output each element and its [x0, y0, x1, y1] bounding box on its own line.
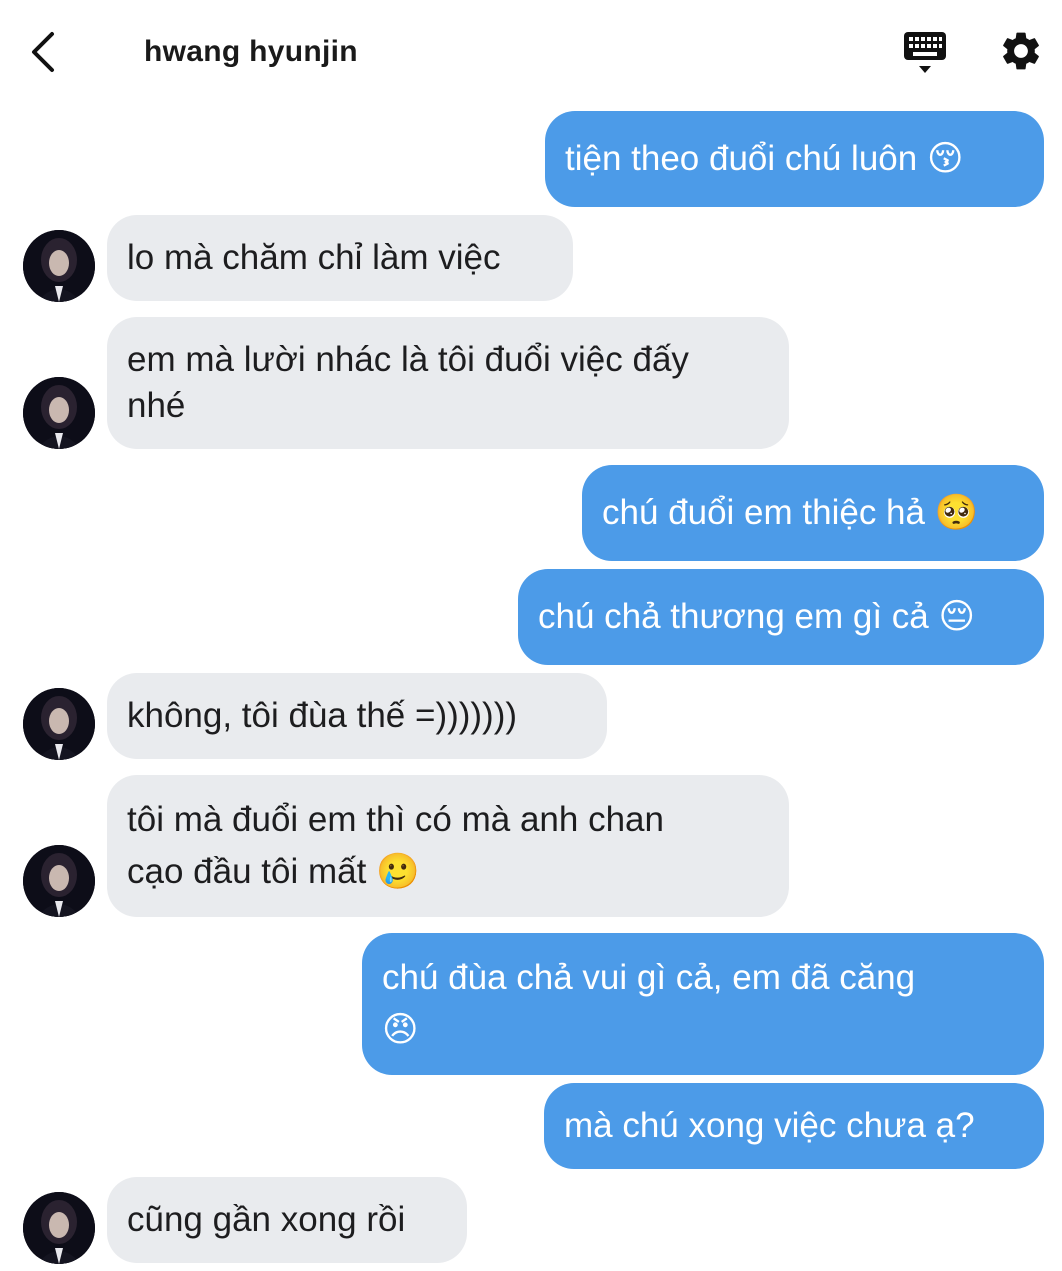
message-text: chú đuổi em thiệc hả 🥺	[602, 493, 979, 532]
back-button[interactable]	[24, 30, 64, 74]
message-text: không, tôi đùa thế =)))))))	[127, 696, 518, 735]
received-message[interactable]: lo mà chăm chỉ làm việc	[107, 215, 573, 301]
received-message[interactable]: cũng gần xong rồi	[107, 1177, 467, 1263]
message-text: chú chả thương em gì cả 😔	[538, 597, 975, 636]
message-text-line: tôi mà đuổi em thì có mà anh chan	[127, 800, 664, 839]
avatar-image	[23, 688, 95, 760]
chevron-left-icon	[32, 32, 54, 72]
message-text-line: nhé	[127, 386, 186, 425]
sent-message[interactable]: chú đùa chả vui gì cả, em đã căng 😠	[362, 933, 1044, 1075]
message-text-line: 😠	[382, 1010, 419, 1049]
chat-header: hwang hyunjin	[0, 0, 1062, 100]
gear-icon	[1003, 32, 1039, 70]
avatar[interactable]	[23, 1192, 95, 1264]
avatar-image	[23, 230, 95, 302]
message-text: lo mà chăm chỉ làm việc	[127, 238, 501, 277]
message-text: cũng gần xong rồi	[127, 1200, 406, 1239]
avatar-image	[23, 845, 95, 917]
message-text-line: chú đùa chả vui gì cả, em đã căng	[382, 958, 916, 997]
message-text-line: em mà lười nhác là tôi đuổi việc đấy	[127, 340, 689, 379]
avatar[interactable]	[23, 845, 95, 917]
received-message[interactable]: tôi mà đuổi em thì có mà anh chan cạo đầ…	[107, 775, 789, 917]
avatar[interactable]	[23, 377, 95, 449]
sent-message[interactable]: chú đuổi em thiệc hả 🥺	[582, 465, 1044, 561]
received-message[interactable]: em mà lười nhác là tôi đuổi việc đấy nhé	[107, 317, 789, 449]
message-text-line: cạo đầu tôi mất 🥲	[127, 852, 420, 891]
keyboard-icon	[904, 32, 946, 73]
sent-message[interactable]: tiện theo đuổi chú luôn 😚	[545, 111, 1044, 207]
avatar-image	[23, 1192, 95, 1264]
received-message[interactable]: không, tôi đùa thế =)))))))	[107, 673, 607, 759]
message-text: mà chú xong việc chưa ạ?	[564, 1106, 975, 1145]
avatar-image	[23, 377, 95, 449]
sent-message[interactable]: mà chú xong việc chưa ạ?	[544, 1083, 1044, 1169]
message-text: tiện theo đuổi chú luôn 😚	[565, 139, 964, 178]
avatar[interactable]	[23, 230, 95, 302]
contact-name[interactable]: hwang hyunjin	[144, 30, 358, 74]
settings-button[interactable]	[998, 28, 1044, 74]
avatar[interactable]	[23, 688, 95, 760]
sent-message[interactable]: chú chả thương em gì cả 😔	[518, 569, 1044, 665]
keyboard-button[interactable]	[900, 28, 950, 76]
